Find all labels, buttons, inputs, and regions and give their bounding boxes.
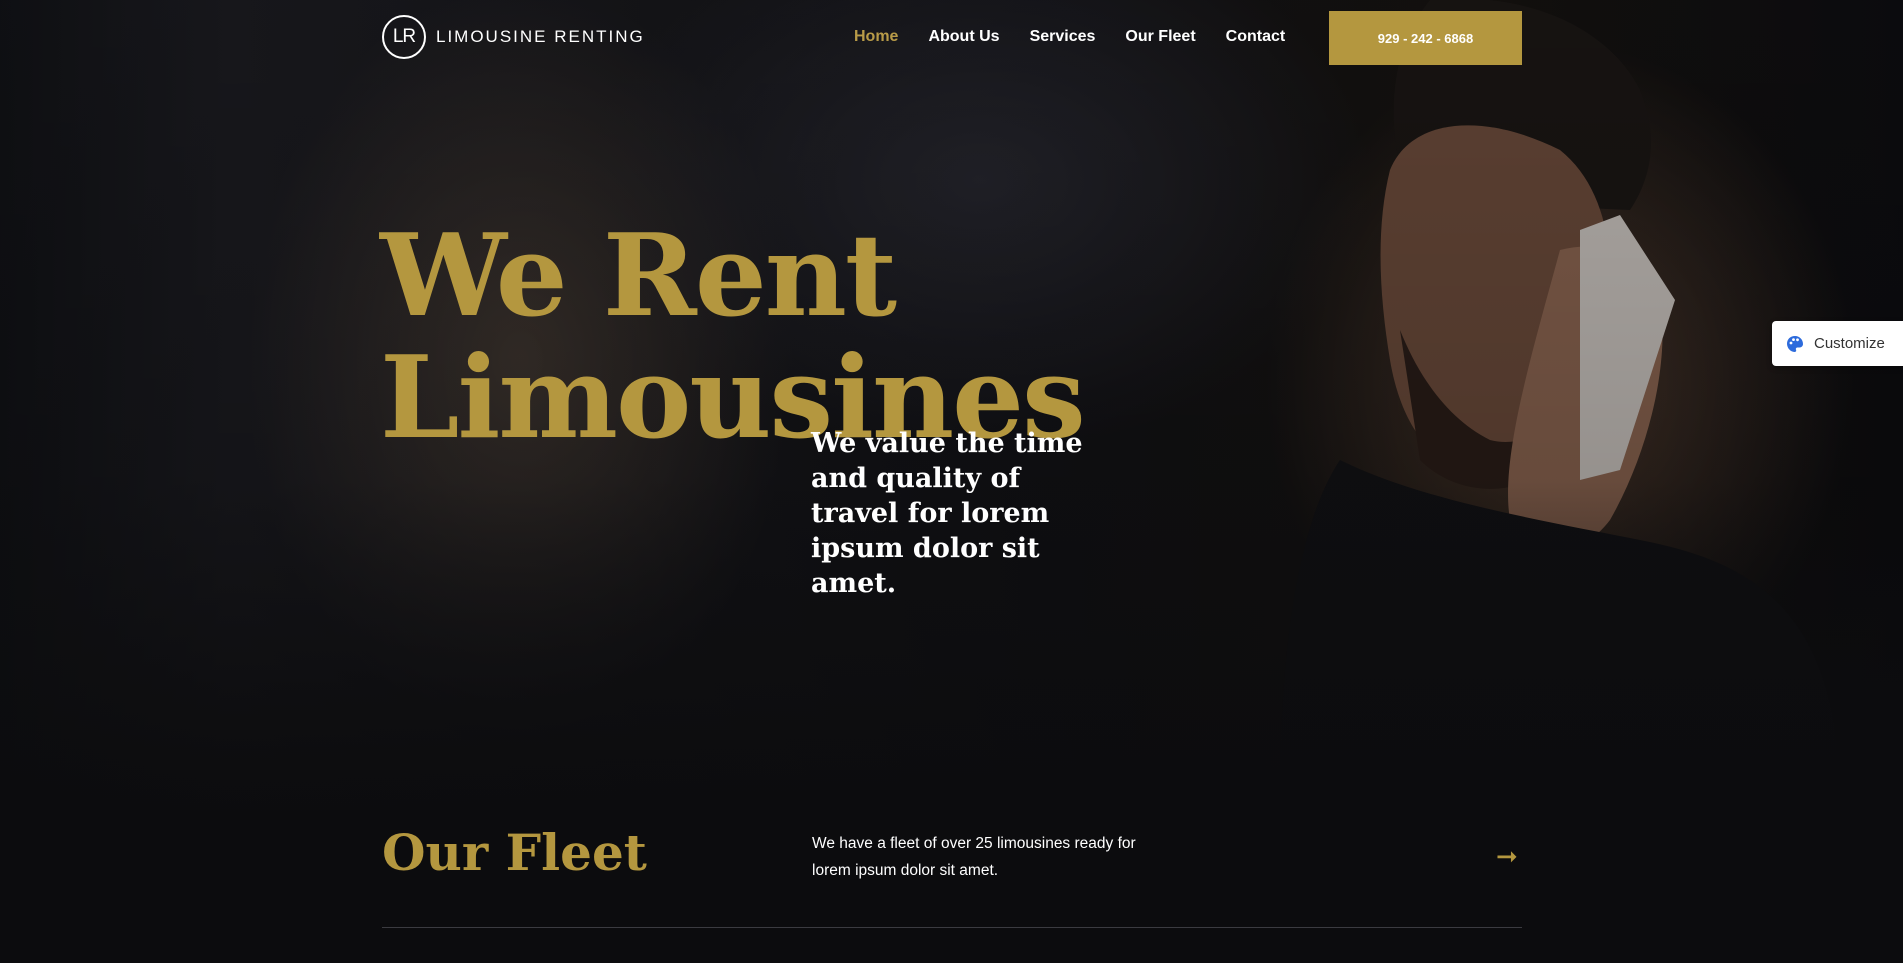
- fleet-description: We have a fleet of over 25 limousines re…: [812, 835, 1136, 879]
- hero-title: We Rent Limousines: [380, 215, 1086, 459]
- logo-text: LIMOUSINE RENTING: [436, 27, 645, 46]
- logo-mark: LR: [382, 15, 426, 59]
- arrow-right-icon[interactable]: ➞: [1496, 843, 1518, 869]
- customize-label: Customize: [1814, 335, 1885, 352]
- customize-button[interactable]: Customize: [1772, 321, 1903, 366]
- section-divider: [382, 927, 1522, 928]
- hero-title-line1: We Rent: [380, 209, 897, 342]
- fleet-title: Our Fleet: [382, 823, 647, 882]
- nav-contact[interactable]: Contact: [1226, 28, 1286, 46]
- nav-home[interactable]: Home: [854, 28, 898, 46]
- nav-services[interactable]: Services: [1030, 28, 1096, 46]
- nav-our-fleet[interactable]: Our Fleet: [1125, 28, 1195, 46]
- site-logo[interactable]: LR LIMOUSINE RENTING: [382, 15, 645, 59]
- phone-button[interactable]: 929 - 242 - 6868: [1329, 11, 1522, 65]
- main-nav: Home About Us Services Our Fleet Contact: [854, 28, 1315, 46]
- hero-subtitle: We value the time and quality of travel …: [811, 428, 1083, 599]
- palette-icon: [1787, 335, 1803, 352]
- nav-about-us[interactable]: About Us: [928, 28, 999, 46]
